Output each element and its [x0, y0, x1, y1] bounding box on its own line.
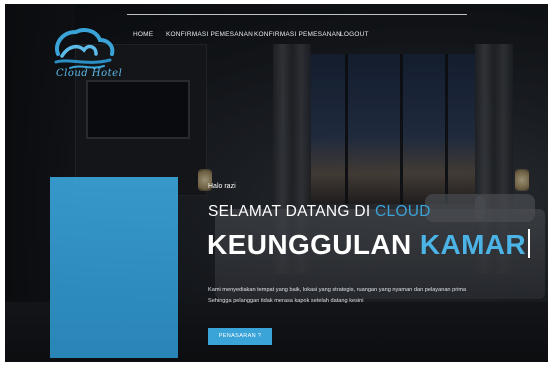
hero-headline: KEUNGGULAN KAMAR [207, 229, 530, 261]
headline-prefix: KEUNGGULAN [207, 229, 420, 260]
brand-logo-text: Cloud Hotel [56, 68, 123, 79]
nav-konfirmasi-pemesanan-2[interactable]: KONFIRMASI PEMESANAN [254, 31, 341, 38]
hero-description: Kami menyediakan tempat yang baik, lokas… [208, 285, 466, 307]
welcome-heading: SELAMAT DATANG DI CLOUD [208, 203, 431, 221]
nav-divider [127, 14, 467, 15]
typing-cursor [528, 229, 530, 258]
headline-accent: KAMAR [419, 229, 527, 260]
brand-logo[interactable]: Cloud Hotel [48, 24, 122, 82]
decorative-blue-panel [50, 177, 178, 358]
welcome-accent: CLOUD [375, 203, 431, 220]
description-line: Sehingga pelanggan tidak merasa kapok se… [208, 298, 364, 304]
nav-konfirmasi-pemesanan[interactable]: KONFIRMASI PEMESANAN [166, 31, 253, 38]
cloud-wave-icon [54, 28, 115, 69]
description-line: Kami menyediakan tempat yang baik, lokas… [208, 287, 467, 293]
nav-home[interactable]: HOME [133, 31, 153, 38]
nav-logout[interactable]: LOGOUT [340, 31, 369, 38]
welcome-prefix: SELAMAT DATANG DI [208, 203, 376, 220]
penasaran-button[interactable]: PENASARAN ? [208, 328, 272, 345]
user-greeting: Halo razi [208, 183, 236, 190]
